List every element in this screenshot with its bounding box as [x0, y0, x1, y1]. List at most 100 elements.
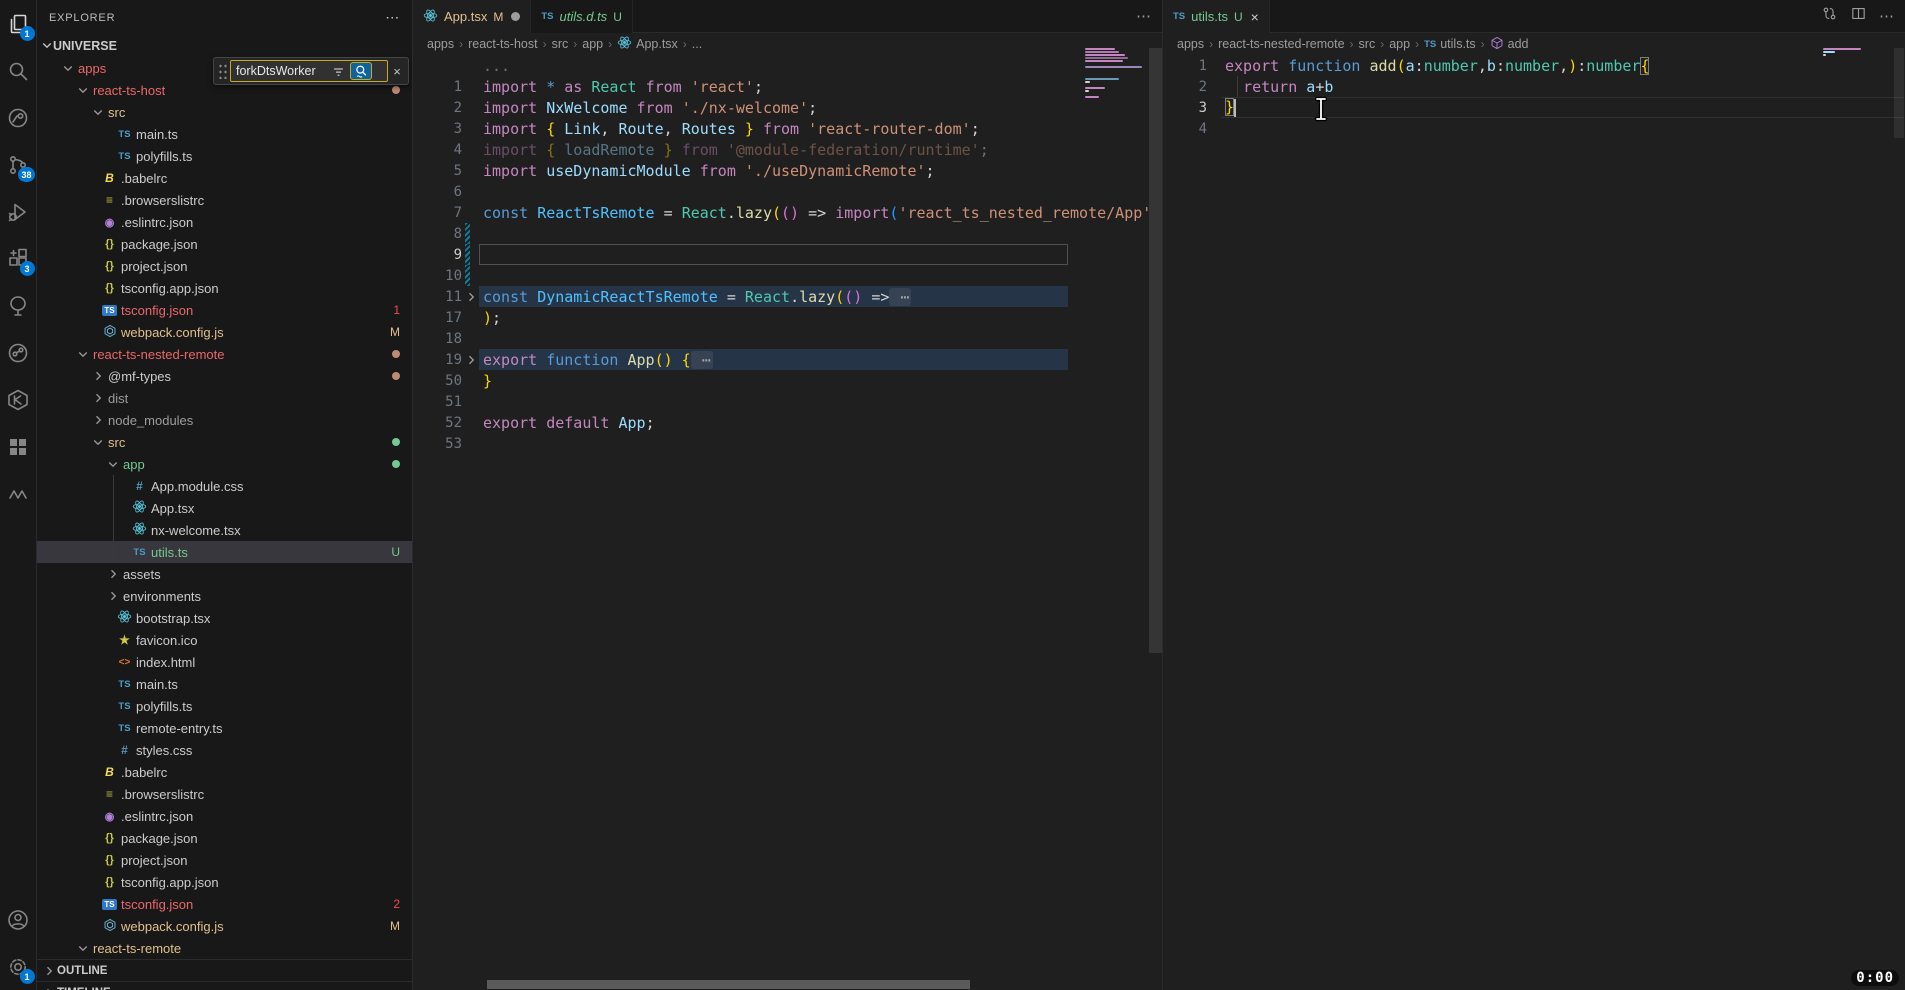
- tree-item-package.json[interactable]: {}package.json: [37, 827, 412, 849]
- code-line-4[interactable]: 4import { loadRemote } from '@module-fed…: [413, 139, 1162, 160]
- minimap[interactable]: [1823, 48, 1890, 57]
- vertical-scrollbar[interactable]: [1149, 48, 1162, 653]
- code-line-9[interactable]: 9: [413, 244, 1162, 265]
- tree-item-project.json[interactable]: {}project.json: [37, 849, 412, 871]
- activity-git-graph-icon[interactable]: [0, 329, 37, 376]
- tree-item-@mf-types[interactable]: @mf-types: [37, 365, 412, 387]
- tree-item-tsconfig.app.json[interactable]: {}tsconfig.app.json: [37, 277, 412, 299]
- drag-grip-icon[interactable]: [218, 63, 228, 79]
- tree-item-bootstrap.tsx[interactable]: bootstrap.tsx: [37, 607, 412, 629]
- dirty-indicator-icon[interactable]: [511, 12, 520, 21]
- code-line-8[interactable]: 8: [413, 223, 1162, 244]
- sidebar-more-actions-button[interactable]: ⋯: [385, 9, 400, 26]
- code-line-50[interactable]: 50}: [413, 370, 1162, 391]
- code-line[interactable]: ...: [413, 55, 1162, 76]
- horizontal-scrollbar[interactable]: [487, 980, 970, 989]
- tree-item-assets[interactable]: assets: [37, 563, 412, 585]
- fold-chevron-icon[interactable]: [462, 354, 479, 366]
- activity-wallaby-icon[interactable]: [0, 470, 37, 517]
- tree-item-app[interactable]: app: [37, 453, 412, 475]
- breadcrumb-src[interactable]: src: [1359, 37, 1376, 51]
- timeline-section-header[interactable]: TIMELINE: [37, 981, 412, 990]
- tree-item-react-ts-nested-remote[interactable]: react-ts-nested-remote: [37, 343, 412, 365]
- activity-console-ninja-icon[interactable]: [0, 376, 37, 423]
- tree-find-input[interactable]: [236, 64, 328, 78]
- tree-item-App.module.css[interactable]: #App.module.css: [37, 475, 412, 497]
- breadcrumb-app[interactable]: app: [1389, 37, 1410, 51]
- tree-item-.babelrc[interactable]: B.babelrc: [37, 761, 412, 783]
- tree-item-utils.ts[interactable]: TSutils.tsU: [37, 541, 412, 563]
- tree-item-webpack.config.js[interactable]: webpack.config.jsM: [37, 915, 412, 937]
- breadcrumb-react-ts-nested-remote[interactable]: react-ts-nested-remote: [1218, 37, 1344, 51]
- activity-search-icon[interactable]: [0, 47, 37, 94]
- activity-settings-icon[interactable]: 1: [0, 943, 37, 990]
- activity-nx-console-icon[interactable]: [0, 94, 37, 141]
- code-editor[interactable]: 1export function add(a:number,b:number,)…: [1163, 55, 1905, 139]
- filter-icon[interactable]: [328, 64, 348, 79]
- code-line-11[interactable]: 11const DynamicReactTsRemote = React.laz…: [413, 286, 1162, 307]
- tree-item-webpack.config.js[interactable]: webpack.config.jsM: [37, 321, 412, 343]
- tree-item-polyfills.ts[interactable]: TSpolyfills.ts: [37, 145, 412, 167]
- code-line-52[interactable]: 52export default App;: [413, 412, 1162, 433]
- tree-item-project.json[interactable]: {}project.json: [37, 255, 412, 277]
- close-icon[interactable]: ×: [1251, 9, 1259, 25]
- tree-item-.eslintrc.json[interactable]: ◉.eslintrc.json: [37, 211, 412, 233]
- tree-item-styles.css[interactable]: #styles.css: [37, 739, 412, 761]
- breadcrumb-apps[interactable]: apps: [427, 37, 454, 51]
- code-line-4[interactable]: 4: [1163, 118, 1905, 139]
- outline-section-header[interactable]: OUTLINE: [37, 959, 412, 981]
- breadcrumb-App.tsx[interactable]: App.tsx: [617, 35, 678, 53]
- tree-item-favicon.ico[interactable]: ★favicon.ico: [37, 629, 412, 651]
- more-actions-icon[interactable]: ⋯: [1136, 7, 1152, 25]
- code-line-10[interactable]: 10: [413, 265, 1162, 286]
- code-editor[interactable]: ...1import * as React from 'react';2impo…: [413, 55, 1162, 454]
- code-line-5[interactable]: 5import useDynamicModule from './useDyna…: [413, 160, 1162, 181]
- code-line-2[interactable]: 2 return a+b: [1163, 76, 1905, 97]
- breadcrumb-add[interactable]: add: [1490, 36, 1529, 53]
- activity-panel-grid-icon[interactable]: [0, 423, 37, 470]
- code-line-3[interactable]: 3import { Link, Route, Routes } from 're…: [413, 118, 1162, 139]
- open-changes-icon[interactable]: [1821, 5, 1838, 27]
- tree-item-src[interactable]: src: [37, 101, 412, 123]
- tree-item-environments[interactable]: environments: [37, 585, 412, 607]
- breadcrumb-utils.ts[interactable]: TSutils.ts: [1424, 37, 1476, 51]
- vertical-scrollbar[interactable]: [1894, 48, 1904, 138]
- activity-explorer-icon[interactable]: 1: [0, 0, 37, 47]
- breadcrumb-src[interactable]: src: [552, 37, 569, 51]
- tree-item-package.json[interactable]: {}package.json: [37, 233, 412, 255]
- tree-item-tsconfig.app.json[interactable]: {}tsconfig.app.json: [37, 871, 412, 893]
- tree-item-main.ts[interactable]: TSmain.ts: [37, 673, 412, 695]
- tree-item-dist[interactable]: dist: [37, 387, 412, 409]
- fuzzy-search-toggle[interactable]: [350, 62, 372, 80]
- tree-item-react-ts-remote[interactable]: react-ts-remote: [37, 937, 412, 959]
- activity-nx-cloud-icon[interactable]: [0, 282, 37, 329]
- tree-item-polyfills.ts[interactable]: TSpolyfills.ts: [37, 695, 412, 717]
- tree-item-tsconfig.json[interactable]: TStsconfig.json1: [37, 299, 412, 321]
- workspace-section-header[interactable]: UNIVERSE: [37, 35, 412, 57]
- tree-item-.eslintrc.json[interactable]: ◉.eslintrc.json: [37, 805, 412, 827]
- tab-utils.d.ts[interactable]: TSutils.d.tsU: [531, 0, 633, 33]
- tree-item-node-modules[interactable]: node_modules: [37, 409, 412, 431]
- code-line-18[interactable]: 18: [413, 328, 1162, 349]
- tree-item-.browserslistrc[interactable]: ≡.browserslistrc: [37, 783, 412, 805]
- code-line-3[interactable]: 3}: [1163, 97, 1905, 118]
- code-line-2[interactable]: 2import NxWelcome from './nx-welcome';: [413, 97, 1162, 118]
- code-line-1[interactable]: 1import * as React from 'react';: [413, 76, 1162, 97]
- tree-item-src[interactable]: src: [37, 431, 412, 453]
- code-line-1[interactable]: 1export function add(a:number,b:number,)…: [1163, 55, 1905, 76]
- tree-item-.browserslistrc[interactable]: ≡.browserslistrc: [37, 189, 412, 211]
- tree-item-nx-welcome.tsx[interactable]: nx-welcome.tsx: [37, 519, 412, 541]
- tree-item-main.ts[interactable]: TSmain.ts: [37, 123, 412, 145]
- tree-item-remote-entry.ts[interactable]: TSremote-entry.ts: [37, 717, 412, 739]
- breadcrumb-app[interactable]: app: [582, 37, 603, 51]
- tree-item-App.tsx[interactable]: App.tsx: [37, 497, 412, 519]
- code-line-6[interactable]: 6: [413, 181, 1162, 202]
- activity-accounts-icon[interactable]: [0, 896, 37, 943]
- tree-item-.babelrc[interactable]: B.babelrc: [37, 167, 412, 189]
- activity-run-and-debug-icon[interactable]: [0, 188, 37, 235]
- close-icon[interactable]: ×: [388, 64, 406, 79]
- split-editor-icon[interactable]: [1850, 5, 1867, 27]
- activity-source-control-icon[interactable]: 38: [0, 141, 37, 188]
- minimap[interactable]: [1085, 48, 1150, 102]
- code-line-19[interactable]: 19export function App() { ⋯: [413, 349, 1162, 370]
